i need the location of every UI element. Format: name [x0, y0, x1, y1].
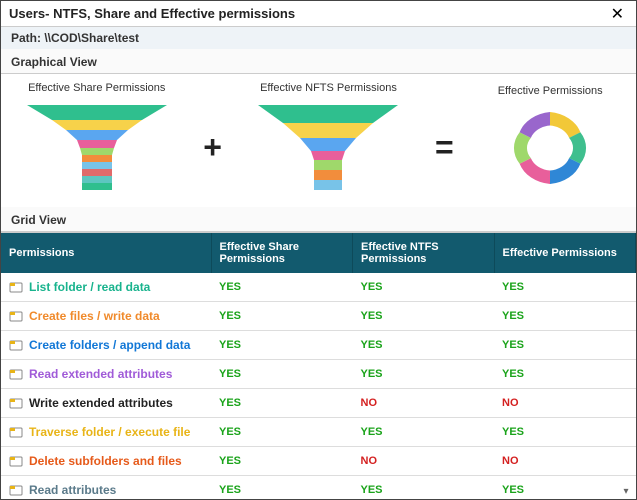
ntfs-funnel-icon: [253, 100, 403, 195]
path-value: \\COD\Share\test: [44, 31, 139, 45]
share-value: YES: [211, 302, 353, 331]
ntfs-value: YES: [353, 418, 495, 447]
path-bar: Path: \\COD\Share\test: [1, 27, 636, 49]
share-value: YES: [211, 273, 353, 302]
ntfs-funnel-title: Effective NFTS Permissions: [260, 82, 397, 94]
permissions-window: Users- NTFS, Share and Effective permiss…: [0, 0, 637, 500]
permission-name: Read attributes: [29, 483, 116, 497]
share-funnel-block: Effective Share Permissions: [22, 82, 172, 195]
permission-icon: [9, 425, 23, 439]
window-title: Users- NTFS, Share and Effective permiss…: [9, 6, 295, 21]
permission-icon: [9, 396, 23, 410]
grid-view: Permissions Effective Share Permissions …: [1, 232, 636, 499]
table-row[interactable]: Traverse folder / execute fileYESYESYES: [1, 418, 636, 447]
equals-operator: =: [433, 129, 456, 166]
share-value: YES: [211, 476, 353, 500]
col-permissions[interactable]: Permissions: [1, 233, 211, 273]
table-row[interactable]: Create files / write dataYESYESYES: [1, 302, 636, 331]
ntfs-value: YES: [353, 302, 495, 331]
effective-donut-icon: [485, 103, 615, 193]
close-icon[interactable]: ✕: [607, 4, 628, 24]
ntfs-value: YES: [353, 476, 495, 500]
ntfs-value: NO: [353, 447, 495, 476]
effective-value: YES: [494, 418, 636, 447]
table-row[interactable]: Read attributesYESYESYES: [1, 476, 636, 500]
share-value: YES: [211, 360, 353, 389]
ntfs-funnel-block: Effective NFTS Permissions: [253, 82, 403, 195]
permission-name: Delete subfolders and files: [29, 454, 182, 468]
permission-icon: [9, 280, 23, 294]
permission-name: Create folders / append data: [29, 338, 190, 352]
ntfs-value: YES: [353, 331, 495, 360]
effective-value: NO: [494, 447, 636, 476]
table-row[interactable]: Create folders / append dataYESYESYES: [1, 331, 636, 360]
share-value: YES: [211, 389, 353, 418]
permission-icon: [9, 338, 23, 352]
table-row[interactable]: Read extended attributesYESYESYES: [1, 360, 636, 389]
permissions-table: Permissions Effective Share Permissions …: [1, 233, 636, 499]
table-row[interactable]: Write extended attributesYESNONO: [1, 389, 636, 418]
share-value: YES: [211, 447, 353, 476]
permission-name: List folder / read data: [29, 280, 150, 294]
ntfs-value: YES: [353, 273, 495, 302]
graphical-view: Effective Share Permissions + Effective …: [1, 74, 636, 207]
effective-value: YES: [494, 302, 636, 331]
plus-operator: +: [201, 129, 224, 166]
titlebar: Users- NTFS, Share and Effective permiss…: [1, 1, 636, 27]
col-ntfs[interactable]: Effective NTFS Permissions: [353, 233, 495, 273]
permission-icon: [9, 454, 23, 468]
effective-value: YES: [494, 360, 636, 389]
table-header-row: Permissions Effective Share Permissions …: [1, 233, 636, 273]
effective-value: NO: [494, 389, 636, 418]
effective-donut-title: Effective Permissions: [498, 85, 603, 97]
effective-value: YES: [494, 476, 636, 500]
permission-icon: [9, 367, 23, 381]
ntfs-value: NO: [353, 389, 495, 418]
effective-value: YES: [494, 331, 636, 360]
table-row[interactable]: List folder / read dataYESYESYES: [1, 273, 636, 302]
permission-icon: [9, 483, 23, 497]
effective-value: YES: [494, 273, 636, 302]
permission-name: Read extended attributes: [29, 367, 172, 381]
effective-donut-block: Effective Permissions: [485, 85, 615, 193]
table-row[interactable]: Delete subfolders and filesYESNONO: [1, 447, 636, 476]
share-funnel-icon: [22, 100, 172, 195]
col-share[interactable]: Effective Share Permissions: [211, 233, 353, 273]
graphical-section-label: Graphical View: [1, 49, 636, 74]
grid-section-label: Grid View: [1, 207, 636, 232]
path-label: Path:: [11, 31, 41, 45]
share-funnel-title: Effective Share Permissions: [28, 82, 165, 94]
permission-name: Traverse folder / execute file: [29, 425, 190, 439]
permission-icon: [9, 309, 23, 323]
ntfs-value: YES: [353, 360, 495, 389]
share-value: YES: [211, 418, 353, 447]
col-effective[interactable]: Effective Permissions: [494, 233, 636, 273]
permission-name: Write extended attributes: [29, 396, 173, 410]
permission-name: Create files / write data: [29, 309, 160, 323]
share-value: YES: [211, 331, 353, 360]
